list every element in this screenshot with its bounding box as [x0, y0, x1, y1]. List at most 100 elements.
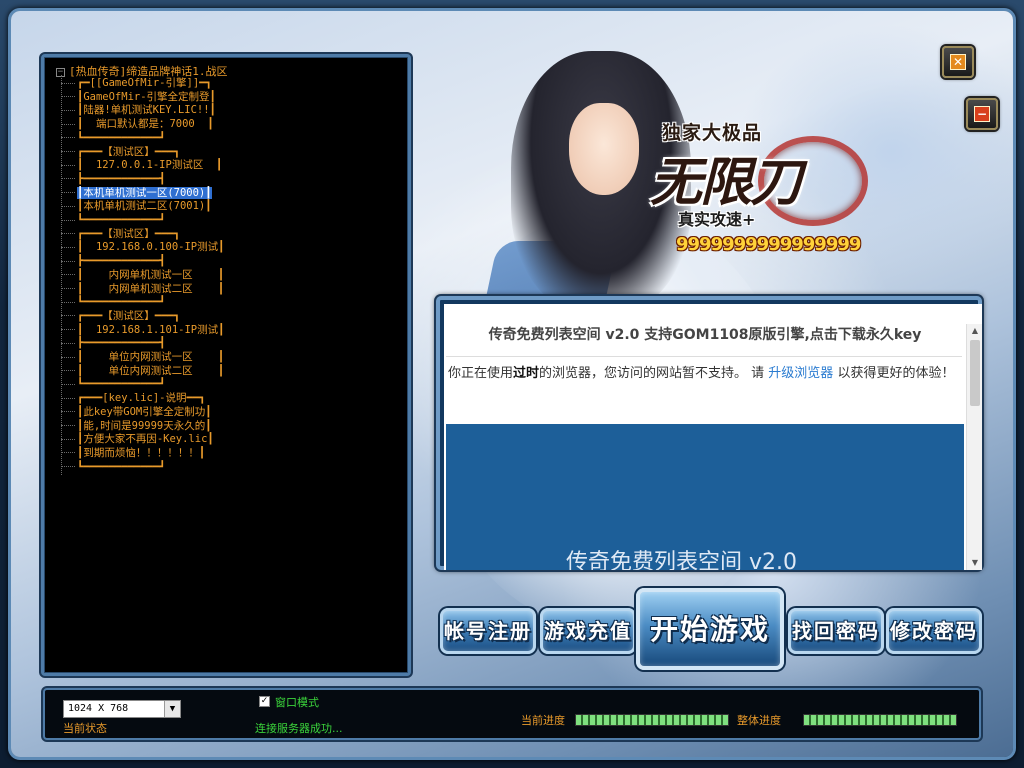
resolution-select[interactable]: 1024 X 768 ▼: [63, 700, 181, 718]
current-progress-label: 当前进度: [521, 714, 565, 727]
tree-item-label: ┗━━━━━━━━━━━━┛: [77, 460, 166, 473]
logo-title: 无限刀: [650, 152, 802, 213]
start-game-button[interactable]: 开始游戏: [636, 588, 784, 670]
recharge-button[interactable]: 游戏充值: [540, 608, 636, 654]
current-progress-bar: [575, 714, 729, 726]
window-mode-label[interactable]: 窗口模式: [275, 694, 319, 710]
connection-message: 连接服务器成功...: [255, 722, 343, 735]
close-button[interactable]: ✕: [942, 46, 974, 78]
tree-item-label: ┃陆器!单机测试KEY.LIC!!┃: [77, 104, 216, 117]
game-logo: 独家大极品 无限刀 真实攻速+ 9999999999999999: [640, 118, 880, 258]
resolution-value: 1024 X 768: [68, 703, 129, 714]
tree-item-label: ┃能,时间是99999天永久的┃: [77, 419, 212, 432]
tree-item-label: ┗━━━━━━━━━━━━┛: [77, 296, 166, 309]
character-face: [569, 103, 639, 195]
chevron-down-icon[interactable]: ▼: [164, 701, 180, 717]
overall-progress-fill: [804, 715, 956, 725]
tree-item[interactable]: ┗━━━━━━━━━━━━┛: [61, 214, 166, 227]
msg-bold: 过时: [513, 366, 540, 381]
news-browser-frame: 传奇免费列表空间 v2.0 支持GOM1108原版引擎,点击下载永久key 你正…: [436, 296, 982, 570]
tree-item[interactable]: ┃ 127.0.0.1-IP测试区 ┃: [61, 159, 222, 172]
msg-before: 你正在使用: [448, 366, 514, 381]
tree-item[interactable]: ┃ 端口默认都是：7000 ┃: [61, 118, 214, 131]
tree-item[interactable]: ┏━━━[key.lic]-说明━━┓: [61, 392, 205, 405]
scroll-down-icon[interactable]: ▼: [967, 556, 982, 570]
tree-item-label: ┃ 127.0.0.1-IP测试区 ┃: [77, 159, 223, 172]
status-bar: 1024 X 768 ▼ 当前状态 ✓ 窗口模式 连接服务器成功... 当前进度…: [43, 688, 981, 740]
tree-item[interactable]: ┏━━━【测试区】━━━┓: [61, 228, 180, 241]
current-progress-fill: [576, 715, 728, 725]
news-title[interactable]: 传奇免费列表空间 v2.0 支持GOM1108原版引擎,点击下载永久key: [444, 324, 966, 344]
tree-item[interactable]: ┃能,时间是99999天永久的┃: [61, 420, 212, 433]
window-mode-checkbox[interactable]: ✓: [259, 696, 270, 707]
tree-item[interactable]: ┏━━━【测试区】━━━┓: [61, 146, 180, 159]
tree-item-selected[interactable]: ┃本机单机测试一区(7000)┃: [61, 186, 212, 200]
tree-item[interactable]: ┃ 内网单机测试二区 ┃: [61, 283, 224, 296]
tree-item-label: ┃ 单位内网测试二区 ┃: [77, 364, 225, 377]
tree-item[interactable]: ┃陆器!单机测试KEY.LIC!!┃: [61, 104, 216, 117]
tree-item[interactable]: ┃ 192.168.1.101-IP测试┃: [61, 324, 224, 337]
launcher-frame: 独家大极品 无限刀 真实攻速+ 9999999999999999 ✕ − − [热…: [0, 0, 1024, 768]
tree-item[interactable]: ┗━━━━━━━━━━━━┛: [61, 461, 166, 474]
tree-item[interactable]: ┗━━━━━━━━━━━━┛: [61, 132, 166, 145]
tree-item-label: ┏━━━[key.lic]-说明━━┓: [77, 392, 206, 405]
server-list-panel[interactable]: − [热血传奇]缔造品牌神话1.战区 ┏━[[GameOfMir-引擎]]━┓ ┃G…: [41, 54, 411, 676]
logo-nines: 9999999999999999: [676, 234, 861, 255]
tree-item[interactable]: ┃ 单位内网测试二区 ┃: [61, 365, 224, 378]
tree-item-label: ┃ 端口默认都是：7000 ┃: [77, 118, 214, 131]
tree-item[interactable]: ┗━━━━━━━━━━━━┛: [61, 378, 166, 391]
tree-item-label: ┏━━━【测试区】━━━┓: [77, 309, 181, 322]
tree-item-label: ┃本机单机测试二区(7001)┃: [77, 200, 212, 213]
news-banner: 传奇免费列表空间 v2.0: [446, 424, 964, 570]
msg-mid: 的浏览器，您访问的网站暂不支持。 请: [539, 366, 769, 381]
overall-progress-label: 整体进度: [737, 714, 781, 727]
tree-item-label: ┣━━━━━━━━━━━━┫: [77, 337, 166, 350]
tree-item-label: ┣━━━━━━━━━━━━┫: [77, 255, 166, 268]
tree-item-label: ┃GameOfMir-引擎全定制登┃: [77, 90, 216, 103]
tree-item-label: ┗━━━━━━━━━━━━┛: [77, 131, 166, 144]
tree-item[interactable]: ┣━━━━━━━━━━━━┫: [61, 173, 166, 186]
logo-tagline: 真实攻速+: [678, 210, 756, 229]
tree-item[interactable]: ┃本机单机测试二区(7001)┃: [61, 200, 212, 213]
tree-item-label: ┃ 内网单机测试二区 ┃: [77, 282, 225, 295]
news-browser[interactable]: 传奇免费列表空间 v2.0 支持GOM1108原版引擎,点击下载永久key 你正…: [444, 304, 982, 570]
tree-item[interactable]: ┏━[[GameOfMir-引擎]]━┓: [61, 77, 212, 90]
tree-item-label: ┏━━━【测试区】━━━┓: [77, 227, 181, 240]
tree-item-label: ┏━━━【测试区】━━━┓: [77, 145, 181, 158]
recover-password-button[interactable]: 找回密码: [788, 608, 884, 654]
tree-item-label: ┣━━━━━━━━━━━━┫: [77, 172, 166, 185]
upgrade-browser-link[interactable]: 升级浏览器: [768, 366, 833, 381]
news-scrollbar[interactable]: ▲ ▼: [966, 324, 982, 570]
overall-progress-bar: [803, 714, 957, 726]
current-status-label: 当前状态: [63, 722, 107, 735]
tree-item[interactable]: ┃ 内网单机测试一区 ┃: [61, 269, 224, 282]
tree-item-label: ┃ 192.168.1.101-IP测试┃: [77, 323, 225, 336]
tree-item[interactable]: ┏━━━【测试区】━━━┓: [61, 310, 180, 323]
tree-item-label: ┗━━━━━━━━━━━━┛: [77, 214, 166, 226]
tree-item-label: ┃方便大家不再因-Key.lic┃: [77, 433, 214, 446]
tree-item[interactable]: ┃此key带GOM引擎全定制功┃: [61, 406, 212, 419]
change-password-button[interactable]: 修改密码: [886, 608, 982, 654]
tree-item[interactable]: ┗━━━━━━━━━━━━┛: [61, 296, 166, 309]
tree-item-label: ┃到期而烦恼！！！！！！┃: [77, 446, 206, 459]
tree-item-label: ┃ 内网单机测试一区 ┃: [77, 268, 225, 281]
tree-item[interactable]: ┃ 单位内网测试一区 ┃: [61, 351, 224, 364]
tree-item[interactable]: ┣━━━━━━━━━━━━┫: [61, 255, 166, 268]
tree-item[interactable]: ┃GameOfMir-引擎全定制登┃: [61, 91, 216, 104]
tree-item-label: ┃此key带GOM引擎全定制功┃: [77, 405, 212, 418]
outdated-browser-message: 你正在使用过时的浏览器，您访问的网站暂不支持。 请 升级浏览器 以获得更好的体验…: [448, 362, 960, 386]
tree-item[interactable]: ┣━━━━━━━━━━━━┫: [61, 337, 166, 350]
tree-item[interactable]: ┃ 192.168.0.100-IP测试┃: [61, 241, 224, 254]
minimize-icon: −: [974, 106, 990, 122]
tree-item[interactable]: ┃方便大家不再因-Key.lic┃: [61, 433, 214, 446]
scroll-thumb[interactable]: [970, 340, 980, 406]
tree-item-label: ┃ 单位内网测试一区 ┃: [77, 351, 225, 363]
tree-item-label: ┗━━━━━━━━━━━━┛: [77, 378, 166, 391]
tree-item[interactable]: ┃到期而烦恼！！！！！！┃: [61, 447, 205, 460]
news-separator: [446, 356, 962, 357]
minimize-button[interactable]: −: [966, 98, 998, 130]
close-icon: ✕: [950, 54, 966, 70]
tree-item-label: ┏━[[GameOfMir-引擎]]━┓: [77, 77, 212, 89]
scroll-up-icon[interactable]: ▲: [967, 324, 982, 338]
register-button[interactable]: 帐号注册: [440, 608, 536, 654]
